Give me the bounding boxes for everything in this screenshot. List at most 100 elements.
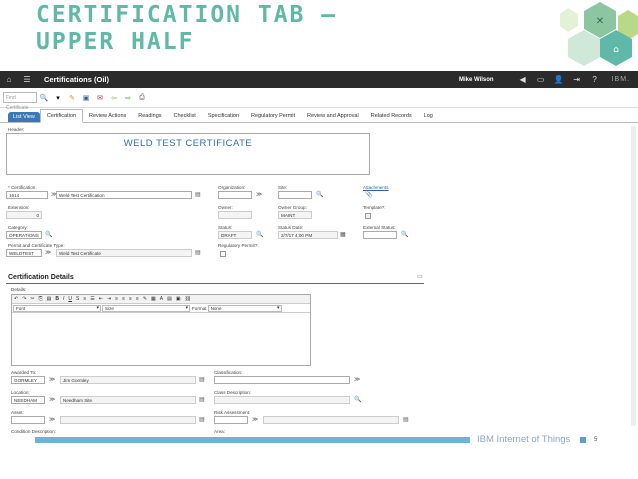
tab-specification[interactable]: Specification bbox=[202, 110, 245, 122]
owner-field bbox=[218, 211, 252, 219]
certification-description-field[interactable]: Weld Test Certification bbox=[56, 191, 192, 199]
long-description-icon[interactable]: ▤ bbox=[195, 191, 201, 199]
tab-review-actions[interactable]: Review Actions bbox=[83, 110, 132, 122]
redo-icon[interactable]: ↷ bbox=[22, 296, 26, 302]
vertical-scrollbar[interactable] bbox=[631, 126, 636, 426]
class-description-search-icon[interactable]: 🔍 bbox=[354, 396, 361, 404]
justify-icon[interactable]: ≡ bbox=[136, 296, 139, 302]
menu-icon[interactable]: ☰ bbox=[21, 74, 33, 86]
category-field[interactable]: OPERATIONS bbox=[6, 231, 42, 239]
status-label: Status: bbox=[218, 225, 233, 230]
profile-icon[interactable]: 👤 bbox=[553, 74, 565, 86]
organization-menu-icon[interactable]: ≫ bbox=[256, 191, 262, 199]
awarded-to-long-description-icon[interactable]: ▤ bbox=[199, 376, 205, 384]
tab-checklist[interactable]: Checklist bbox=[168, 110, 202, 122]
risk-assessment-menu-icon[interactable]: ≫ bbox=[252, 416, 258, 424]
italic-icon[interactable]: I bbox=[63, 296, 64, 302]
help-icon[interactable]: ? bbox=[589, 74, 601, 86]
bulletin-icon[interactable]: ✉ bbox=[95, 93, 105, 103]
attachments-link[interactable]: Attachments bbox=[363, 185, 389, 190]
insert-image-icon[interactable]: ▣ bbox=[176, 296, 181, 302]
classification-menu-icon[interactable]: ≫ bbox=[354, 376, 360, 384]
certification-field[interactable]: 1614 bbox=[6, 191, 48, 199]
site-field[interactable] bbox=[278, 191, 312, 199]
regulatory-permit-label: Regulatory Permit?: bbox=[218, 243, 259, 248]
regulatory-permit-checkbox[interactable] bbox=[220, 251, 226, 257]
table-icon[interactable]: ▦ bbox=[151, 296, 156, 302]
new-record-icon[interactable]: ✎ bbox=[67, 93, 77, 103]
asset-long-description-icon[interactable]: ▤ bbox=[199, 416, 205, 424]
highlight-icon[interactable]: ✎ bbox=[143, 296, 147, 302]
next-arrow-icon[interactable]: ⇨ bbox=[123, 93, 133, 103]
tab-review-and-approval[interactable]: Review and Approval bbox=[301, 110, 365, 122]
asset-field[interactable] bbox=[11, 416, 45, 424]
category-search-icon[interactable]: 🔍 bbox=[45, 231, 52, 239]
strikethrough-icon[interactable]: S bbox=[76, 296, 79, 302]
paste-icon[interactable]: ▤ bbox=[47, 296, 52, 302]
search-icon[interactable]: 🔍 bbox=[39, 93, 49, 103]
external-status-search-icon[interactable]: 🔍 bbox=[401, 231, 408, 239]
location-field[interactable]: NEEDHAM bbox=[11, 396, 45, 404]
save-icon[interactable]: ▣ bbox=[81, 93, 91, 103]
dropdown-icon[interactable]: ▾ bbox=[53, 93, 63, 103]
hexagon-decoration-icon: ✕ ⌂ bbox=[560, 2, 638, 66]
footer-bar bbox=[35, 437, 470, 443]
tab-readings[interactable]: Readings bbox=[132, 110, 167, 122]
size-select[interactable]: Size bbox=[102, 304, 190, 312]
permit-type-menu-icon[interactable]: ≫ bbox=[45, 249, 51, 257]
background-color-icon[interactable]: ▤ bbox=[167, 296, 172, 302]
template-checkbox bbox=[365, 213, 371, 219]
align-center-icon[interactable]: ≡ bbox=[122, 296, 125, 302]
tab-certification[interactable]: Certification bbox=[39, 109, 83, 123]
previous-arrow-icon[interactable]: ⇦ bbox=[109, 93, 119, 103]
tab-log[interactable]: Log bbox=[418, 110, 439, 122]
risk-assessment-field[interactable] bbox=[214, 416, 248, 424]
organization-field[interactable] bbox=[218, 191, 252, 199]
awarded-to-field[interactable]: GORMLEY bbox=[11, 376, 45, 384]
bold-icon[interactable]: B bbox=[55, 296, 59, 302]
undo-icon[interactable]: ↶ bbox=[14, 296, 18, 302]
print-icon[interactable]: ⎙ bbox=[137, 93, 147, 103]
align-left-icon[interactable]: ≡ bbox=[115, 296, 118, 302]
find-certificate-input[interactable]: Find Certificate bbox=[3, 92, 37, 111]
outdent-icon[interactable]: ⇤ bbox=[99, 296, 103, 302]
external-status-field[interactable] bbox=[363, 231, 397, 239]
tab-regulatory-permit[interactable]: Regulatory Permit bbox=[245, 110, 301, 122]
permit-type-field[interactable]: WELDTEST bbox=[6, 249, 42, 257]
signout-icon[interactable]: ⇥ bbox=[571, 74, 583, 86]
rich-text-editor[interactable]: ↶ ↷ ✂ ⎘ ▤ B I U S ≡ ☰ ⇤ ⇥ ≡ ≡ ≡ ≡ ✎ ▦ A bbox=[11, 294, 311, 366]
permit-type-long-description-icon[interactable]: ▤ bbox=[195, 249, 201, 257]
copy-icon[interactable]: ⎘ bbox=[39, 296, 43, 302]
text-color-icon[interactable]: A bbox=[160, 296, 163, 302]
collapse-section-icon[interactable]: ▭ bbox=[417, 273, 423, 281]
category-label: Category: bbox=[8, 225, 28, 230]
change-status-icon[interactable]: 🔍 bbox=[256, 231, 263, 239]
home-icon[interactable]: ⌂ bbox=[3, 74, 15, 86]
site-search-icon[interactable]: 🔍 bbox=[316, 191, 323, 199]
format-select[interactable]: None bbox=[207, 304, 282, 312]
toolbar: Find Certificate 🔍 ▾ ✎ ▣ ✉ ⇦ ⇨ ⎙ bbox=[0, 88, 638, 111]
font-select[interactable]: Font bbox=[13, 304, 101, 312]
tab-related-records[interactable]: Related Records bbox=[365, 110, 418, 122]
link-icon[interactable]: ⛓ bbox=[185, 296, 191, 302]
awarded-to-menu-icon[interactable]: ≫ bbox=[49, 376, 55, 384]
calendar-icon[interactable]: ▦ bbox=[340, 231, 346, 239]
attachments-icon[interactable]: 📎 bbox=[365, 191, 372, 199]
align-right-icon[interactable]: ≡ bbox=[129, 296, 132, 302]
underline-icon[interactable]: U bbox=[68, 296, 72, 302]
indent-icon[interactable]: ⇥ bbox=[107, 296, 111, 302]
classification-field[interactable] bbox=[214, 376, 350, 384]
numbered-list-icon[interactable]: ≡ bbox=[83, 296, 86, 302]
location-long-description-icon[interactable]: ▤ bbox=[199, 396, 205, 404]
editor-toolbar: ↶ ↷ ✂ ⎘ ▤ B I U S ≡ ☰ ⇤ ⇥ ≡ ≡ ≡ ≡ ✎ ▦ A bbox=[12, 295, 310, 304]
risk-assessment-long-description-icon[interactable]: ▤ bbox=[403, 416, 409, 424]
announcement-icon[interactable]: ◀ bbox=[517, 74, 529, 86]
slide-title: Certification tab – Upper Half bbox=[36, 2, 337, 56]
asset-menu-icon[interactable]: ≫ bbox=[49, 416, 55, 424]
tab-list-view[interactable]: List View bbox=[8, 112, 40, 122]
bullet-list-icon[interactable]: ☰ bbox=[90, 296, 94, 302]
alert-icon[interactable]: ▭ bbox=[535, 74, 547, 86]
cut-icon[interactable]: ✂ bbox=[30, 296, 34, 302]
header-value: WELD TEST CERTIFICATE bbox=[123, 138, 253, 149]
location-menu-icon[interactable]: ≫ bbox=[49, 396, 55, 404]
